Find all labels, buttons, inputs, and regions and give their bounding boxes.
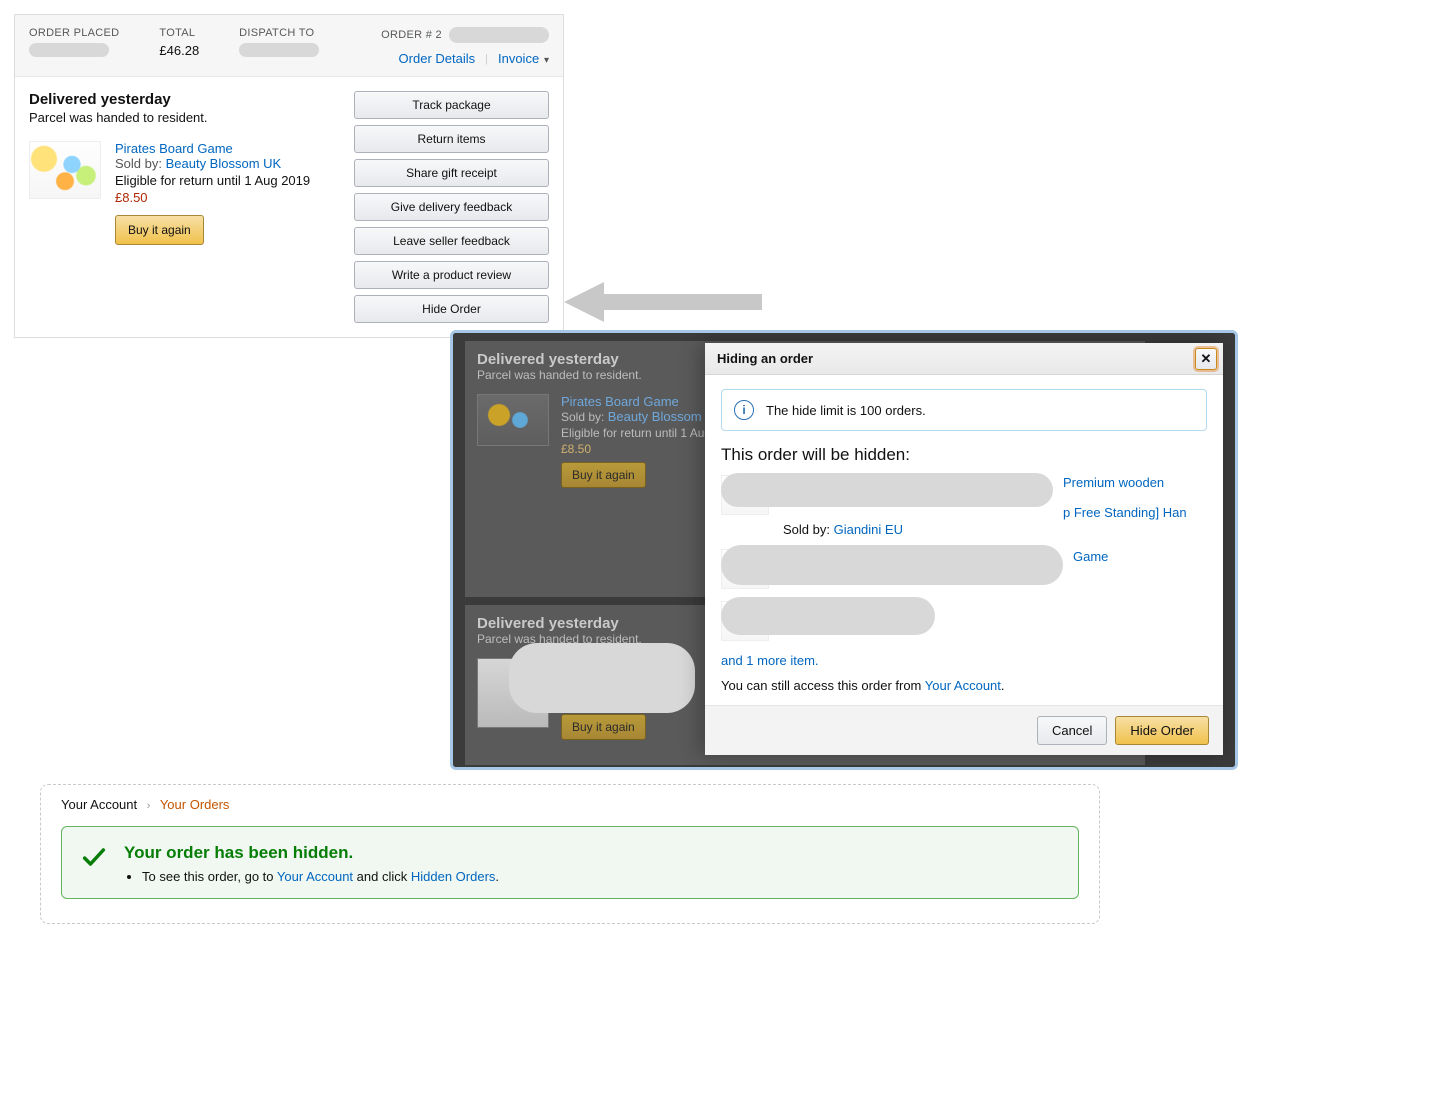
give-delivery-feedback-button[interactable]: Give delivery feedback xyxy=(354,193,549,221)
annotation-arrow-icon xyxy=(564,278,764,326)
info-banner: i The hide limit is 100 orders. xyxy=(721,389,1207,431)
your-account-link[interactable]: Your Account xyxy=(277,869,353,884)
modal-title: Hiding an order xyxy=(717,351,813,366)
hide-order-modal: Hiding an order ✕ i The hide limit is 10… xyxy=(705,343,1223,755)
invoice-link[interactable]: Invoice ▾ xyxy=(498,51,549,66)
modal-footer: Cancel Hide Order xyxy=(705,705,1223,755)
write-review-button[interactable]: Write a product review xyxy=(354,261,549,289)
more-items-link[interactable]: and 1 more item. xyxy=(721,653,819,668)
bg-eligible: Eligible for return until 1 Aug 2 xyxy=(561,426,723,440)
delivery-subtitle: Parcel was handed to resident. xyxy=(29,110,334,125)
redacted xyxy=(449,27,549,43)
bg-buy-again-2: Buy it again xyxy=(561,714,646,740)
return-eligibility: Eligible for return until 1 Aug 2019 xyxy=(115,173,310,188)
order-actions: Track package Return items Share gift re… xyxy=(354,91,549,323)
product-link[interactable]: Pirates Board Game xyxy=(115,141,233,156)
order-body: Delivered yesterday Parcel was handed to… xyxy=(15,77,563,337)
sold-by-label: Sold by: xyxy=(115,156,166,171)
order-header: ORDER PLACED TOTAL £46.28 DISPATCH TO OR… xyxy=(15,15,563,77)
bg-thumb xyxy=(477,394,549,446)
sold-by-label: Sold by: xyxy=(783,522,834,537)
hide-order-button[interactable]: Hide Order xyxy=(354,295,549,323)
modal-screenshot: Delivered yesterday Parcel was handed to… xyxy=(450,330,1238,770)
total-value: £46.28 xyxy=(159,43,199,58)
breadcrumb-your-orders: Your Orders xyxy=(160,797,230,812)
access-text-pre: You can still access this order from xyxy=(721,678,925,693)
product-price: £8.50 xyxy=(115,190,310,205)
chevron-right-icon: › xyxy=(147,800,151,812)
chevron-down-icon: ▾ xyxy=(541,55,549,66)
hidden-seller-link[interactable]: Giandini EU xyxy=(834,522,903,537)
share-gift-receipt-button[interactable]: Share gift receipt xyxy=(354,159,549,187)
order-number-label: ORDER # 2 xyxy=(381,29,442,41)
info-icon: i xyxy=(734,400,754,420)
seller-link[interactable]: Beauty Blossom UK xyxy=(166,156,282,171)
hidden-item-link-2[interactable]: p Free Standing] Han xyxy=(1063,505,1187,520)
redacted xyxy=(721,597,935,635)
hide-order-confirm-button[interactable]: Hide Order xyxy=(1115,716,1209,745)
leave-seller-feedback-button[interactable]: Leave seller feedback xyxy=(354,227,549,255)
delivery-title: Delivered yesterday xyxy=(29,91,334,108)
breadcrumb: Your Account › Your Orders xyxy=(61,797,1079,812)
bg-product-link: Pirates Board Game xyxy=(561,394,723,409)
hidden-item-link[interactable]: Game xyxy=(1073,549,1108,564)
check-icon xyxy=(80,843,108,884)
access-text-post: . xyxy=(1001,678,1005,693)
product-thumbnail[interactable] xyxy=(29,141,101,199)
bg-price: £8.50 xyxy=(561,442,723,456)
confirmation-panel: Your Account › Your Orders Your order ha… xyxy=(40,784,1100,924)
total-label: TOTAL xyxy=(159,27,199,39)
redacted xyxy=(29,43,109,57)
bg-buy-again: Buy it again xyxy=(561,462,646,488)
order-card: ORDER PLACED TOTAL £46.28 DISPATCH TO OR… xyxy=(14,14,564,338)
close-icon[interactable]: ✕ xyxy=(1195,348,1217,370)
dispatch-label: DISPATCH TO xyxy=(239,27,319,39)
separator: | xyxy=(485,53,488,65)
success-banner: Your order has been hidden. To see this … xyxy=(61,826,1079,899)
hidden-orders-link[interactable]: Hidden Orders xyxy=(411,869,496,884)
cancel-button[interactable]: Cancel xyxy=(1037,716,1107,745)
modal-heading: This order will be hidden: xyxy=(721,445,1207,465)
redacted xyxy=(721,545,1063,585)
track-package-button[interactable]: Track package xyxy=(354,91,549,119)
return-items-button[interactable]: Return items xyxy=(354,125,549,153)
order-placed-label: ORDER PLACED xyxy=(29,27,119,39)
redacted xyxy=(509,643,695,713)
info-text: The hide limit is 100 orders. xyxy=(766,403,926,418)
breadcrumb-your-account[interactable]: Your Account xyxy=(61,797,137,812)
order-details-link[interactable]: Order Details xyxy=(399,51,476,66)
your-account-link[interactable]: Your Account xyxy=(925,678,1001,693)
modal-header: Hiding an order ✕ xyxy=(705,343,1223,375)
redacted xyxy=(721,473,1053,507)
buy-it-again-button[interactable]: Buy it again xyxy=(115,215,204,245)
redacted xyxy=(239,43,319,57)
success-title: Your order has been hidden. xyxy=(124,843,499,863)
success-instruction: To see this order, go to Your Account an… xyxy=(142,869,499,884)
